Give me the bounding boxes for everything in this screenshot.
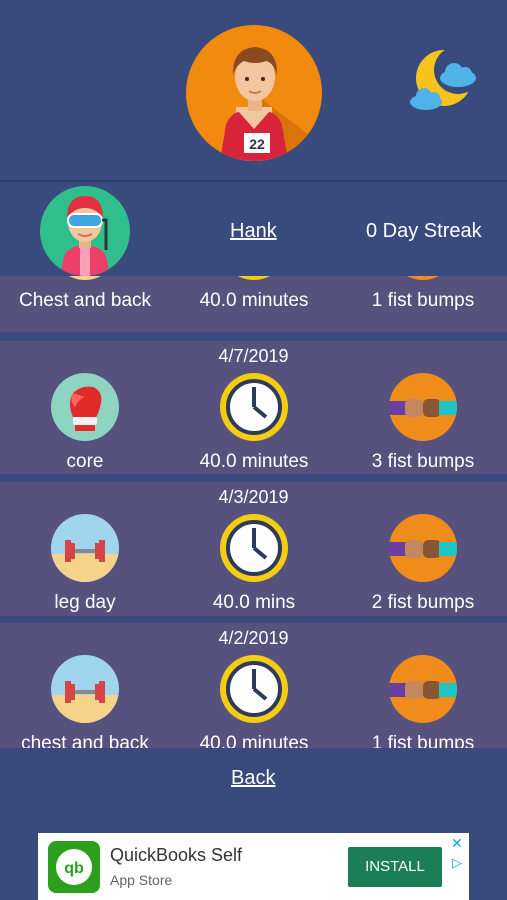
workout-list[interactable]: Chest and back 40.0 minutes 1 fist bumps… <box>0 276 507 748</box>
stopwatch-icon <box>220 655 288 723</box>
duration-label: 40.0 minutes <box>199 290 309 311</box>
duration-column: 40.0 minutes <box>169 655 339 748</box>
install-button[interactable]: INSTALL <box>348 847 442 887</box>
duration-column: 40.0 mins <box>169 514 339 614</box>
close-icon[interactable]: ✕ <box>451 835 463 852</box>
fist-bump-column: 1 fist bumps <box>338 276 507 312</box>
header: 22 <box>0 0 507 182</box>
dumbbell-beach-icon <box>51 514 119 582</box>
stopwatch-icon <box>220 276 288 280</box>
fist-bump-label: 1 fist bumps <box>371 733 475 748</box>
fist-bump-icon[interactable] <box>389 276 457 280</box>
boxing-glove-icon <box>51 373 119 441</box>
moon-cloud-icon[interactable] <box>408 46 482 114</box>
duration-label: 40.0 minutes <box>199 451 309 472</box>
fist-bump-column: 2 fist bumps <box>338 514 507 614</box>
activity-column: Chest and back <box>0 276 170 312</box>
activity-column: chest and back <box>0 655 170 748</box>
workout-card: Chest and back 40.0 minutes 1 fist bumps <box>0 276 507 332</box>
streak-label: 0 Day Streak <box>366 220 482 242</box>
ad-title: QuickBooks Self <box>110 845 243 865</box>
back-bar: Back <box>0 748 507 810</box>
adchoices-icon[interactable]: ▷ <box>452 855 462 871</box>
workout-date: 4/2/2019 <box>218 628 289 648</box>
stopwatch-icon <box>220 373 288 441</box>
workout-card: 4/7/2019 core 40.0 minutes 3 fist bumps <box>0 341 507 474</box>
fist-bump-icon[interactable] <box>389 514 457 582</box>
ad-banner[interactable]: qb QuickBooks Self App Store INSTALL ✕ ▷ <box>38 833 469 900</box>
activity-label: Chest and back <box>18 290 152 311</box>
fist-bump-column: 3 fist bumps <box>338 373 507 473</box>
duration-column: 40.0 minutes <box>169 276 339 312</box>
activity-column: leg day <box>0 514 170 614</box>
activity-icon <box>51 276 119 280</box>
svg-text:qb: qb <box>64 860 84 877</box>
activity-label: core <box>66 451 104 472</box>
activity-label: leg day <box>54 592 116 613</box>
fist-bump-icon[interactable] <box>389 655 457 723</box>
workout-date: 4/7/2019 <box>218 346 289 366</box>
back-link[interactable]: Back <box>231 767 275 790</box>
workout-card: 4/3/2019 leg day 40.0 mins 2 fist bumps <box>0 482 507 616</box>
profile-bar: Hank 0 Day Streak <box>0 182 507 276</box>
fist-bump-label: 1 fist bumps <box>371 290 475 311</box>
fist-bump-column: 1 fist bumps <box>338 655 507 748</box>
duration-label: 40.0 minutes <box>199 733 309 748</box>
fist-bump-icon[interactable] <box>389 373 457 441</box>
duration-column: 40.0 minutes <box>169 373 339 473</box>
quickbooks-logo-icon: qb <box>48 841 100 893</box>
duration-label: 40.0 mins <box>212 592 296 613</box>
activity-label: chest and back <box>21 733 149 748</box>
workout-card: 4/2/2019 chest and back 40.0 minutes 1 f… <box>0 623 507 748</box>
fist-bump-label: 2 fist bumps <box>371 592 475 613</box>
runner-avatar-icon[interactable]: 22 <box>186 25 322 161</box>
user-name-link[interactable]: Hank <box>230 220 277 243</box>
snorkel-avatar-icon[interactable] <box>40 186 130 276</box>
dumbbell-beach-icon <box>51 655 119 723</box>
fist-bump-label: 3 fist bumps <box>371 451 475 472</box>
ad-subtitle: App Store <box>110 872 173 888</box>
stopwatch-icon <box>220 514 288 582</box>
activity-column: core <box>0 373 170 473</box>
bib-number: 22 <box>249 136 265 152</box>
workout-date: 4/3/2019 <box>218 487 289 507</box>
